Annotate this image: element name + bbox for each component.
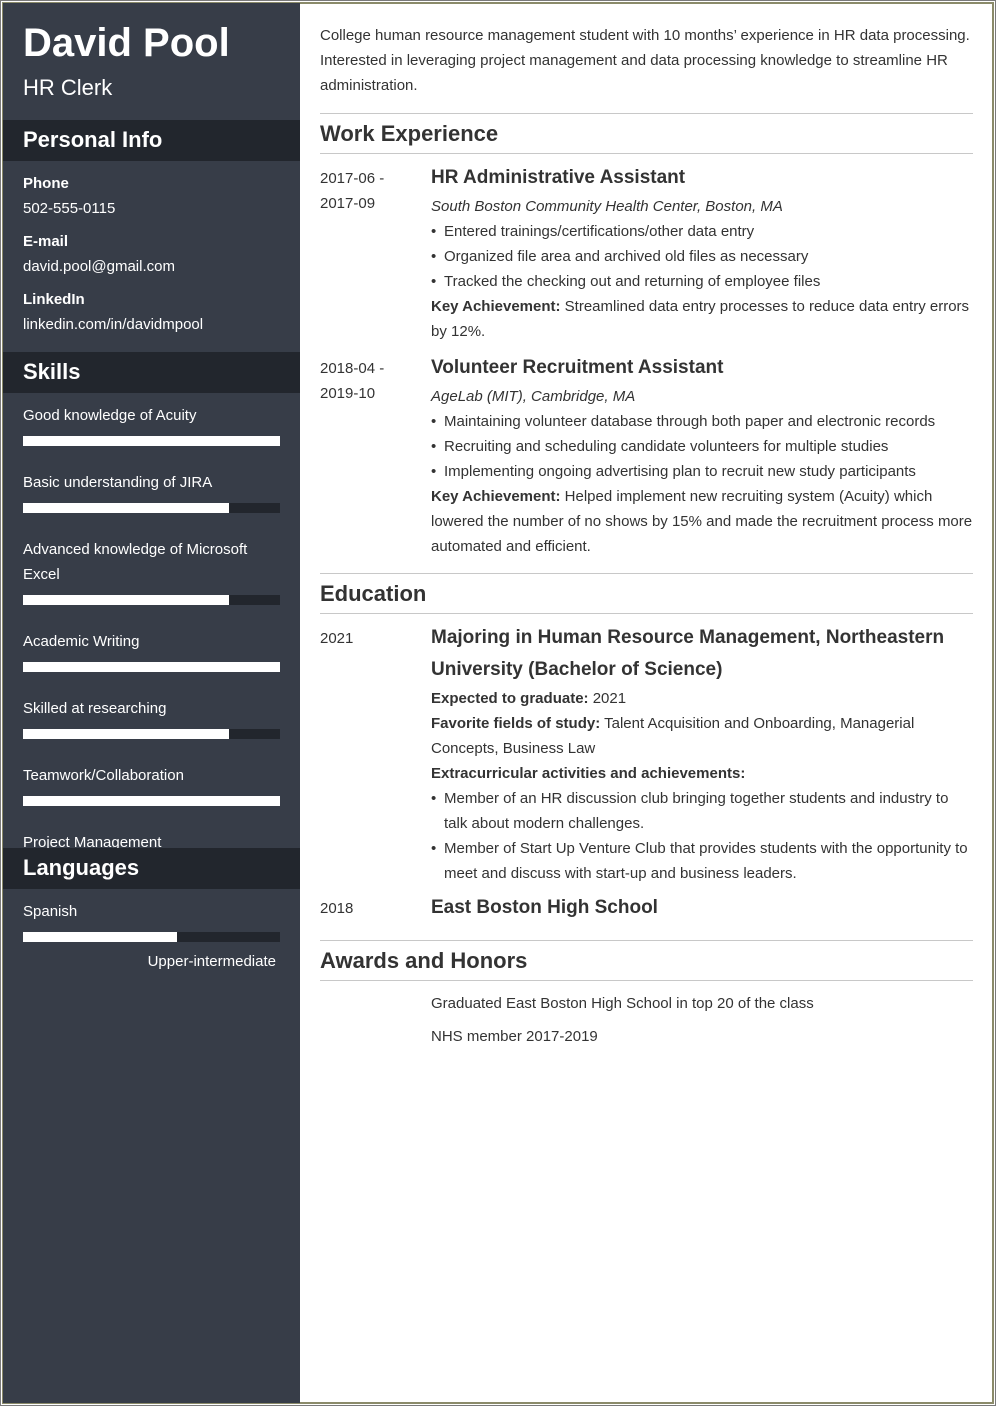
skill-name: Academic Writing	[23, 633, 140, 650]
languages-heading: Languages	[3, 848, 300, 889]
work-date: 2018-04 - 2019-10	[320, 356, 431, 559]
skill-name: Good knowledge of Acuity	[23, 407, 197, 424]
company: AgeLab (MIT), Cambridge, MA	[431, 388, 636, 405]
extracurricular-item: Member of Start Up Venture Club that pro…	[431, 836, 973, 886]
duties-list: Maintaining volunteer database through b…	[431, 409, 973, 484]
skill-bar-fill	[23, 662, 280, 672]
personal-info-list: Phone 502-555-0115 E-mail david.pool@gma…	[23, 171, 280, 345]
skill-bar	[23, 595, 280, 605]
languages-list: Spanish Upper-intermediate	[23, 899, 280, 972]
skill-name: Basic understanding of JIRA	[23, 474, 213, 491]
extracurricular-list: Member of an HR discussion club bringing…	[431, 786, 973, 886]
duty-item: Implementing ongoing advertising plan to…	[431, 459, 973, 484]
skills-list: Good knowledge of Acuity Basic understan…	[23, 403, 280, 897]
skill-item: Academic Writing	[23, 629, 280, 672]
award-item: NHS member 2017-2019	[431, 1028, 598, 1045]
date-start: 2017-06 -	[320, 170, 385, 187]
key-achievement-label: Key Achievement:	[431, 298, 561, 315]
company: South Boston Community Health Center, Bo…	[431, 198, 783, 215]
skill-item: Basic understanding of JIRA	[23, 470, 280, 513]
date-end: 2019-10	[320, 385, 376, 402]
skill-name: Advanced knowledge of Microsoft Excel	[23, 541, 248, 583]
date-end: 2017-09	[320, 195, 376, 212]
candidate-role: HR Clerk	[23, 75, 113, 100]
candidate-name: David Pool	[23, 21, 230, 65]
skill-bar-fill	[23, 503, 229, 513]
work-entry: 2018-04 - 2019-10 Volunteer Recruitment …	[320, 356, 973, 559]
skill-bar	[23, 729, 280, 739]
phone-value: 502-555-0115	[23, 200, 116, 217]
job-title: HR Administrative Assistant	[431, 167, 686, 188]
expected-graduation-label: Expected to graduate:	[431, 690, 589, 707]
work-entry: 2017-06 - 2017-09 HR Administrative Assi…	[320, 166, 973, 344]
awards-heading: Awards and Honors	[320, 940, 973, 981]
skill-bar-fill	[23, 729, 229, 739]
duty-item: Entered trainings/certifications/other d…	[431, 219, 973, 244]
award-item: Graduated East Boston High School in top…	[431, 995, 814, 1012]
duty-item: Organized file area and archived old fil…	[431, 244, 973, 269]
duty-item: Maintaining volunteer database through b…	[431, 409, 973, 434]
skill-bar	[23, 662, 280, 672]
extracurricular-label-text: Extracurricular activities and achieveme…	[431, 765, 746, 782]
skill-item: Skilled at researching	[23, 696, 280, 739]
language-level: Upper-intermediate	[147, 953, 276, 970]
expected-graduation-value: 2021	[588, 690, 627, 707]
education-entry: 2018 East Boston High School	[320, 896, 973, 924]
skill-bar	[23, 503, 280, 513]
duty-item: Tracked the checking out and returning o…	[431, 269, 973, 294]
linkedin-label: LinkedIn	[23, 291, 85, 308]
linkedin-value[interactable]: linkedin.com/in/davidmpool	[23, 312, 280, 337]
degree-title: Majoring in Human Resource Management, N…	[431, 627, 945, 680]
extracurricular-label: Extracurricular activities and achieveme…	[431, 761, 973, 786]
job-title: Volunteer Recruitment Assistant	[431, 357, 724, 378]
date-start: 2018-04 -	[320, 360, 385, 377]
skill-name: Teamwork/Collaboration	[23, 767, 184, 784]
skill-item: Teamwork/Collaboration	[23, 763, 280, 806]
extracurricular-item: Member of an HR discussion club bringing…	[431, 786, 973, 836]
skill-item: Good knowledge of Acuity	[23, 403, 280, 446]
education-body: East Boston High School	[431, 896, 973, 924]
skills-heading: Skills	[3, 352, 300, 393]
education-entry: 2021 Majoring in Human Resource Manageme…	[320, 626, 973, 886]
expected-graduation: Expected to graduate: 2021	[431, 686, 973, 711]
education-body: Majoring in Human Resource Management, N…	[431, 626, 973, 886]
key-achievement-label: Key Achievement:	[431, 488, 561, 505]
skill-bar	[23, 796, 280, 806]
sidebar: David Pool HR Clerk Personal Info Phone …	[3, 3, 300, 1403]
main-content: College human resource management studen…	[320, 3, 973, 1049]
summary: College human resource management studen…	[320, 27, 970, 94]
skill-bar-fill	[23, 796, 280, 806]
fields-of-study-label: Favorite fields of study:	[431, 715, 601, 732]
skill-bar-fill	[23, 595, 229, 605]
duties-list: Entered trainings/certifications/other d…	[431, 219, 973, 294]
school-title: East Boston High School	[431, 897, 658, 918]
personal-info-heading: Personal Info	[3, 120, 300, 161]
skill-name: Skilled at researching	[23, 700, 167, 717]
email-label: E-mail	[23, 233, 69, 250]
duty-item: Recruiting and scheduling candidate volu…	[431, 434, 973, 459]
skill-item: Advanced knowledge of Microsoft Excel	[23, 537, 280, 605]
email-value[interactable]: david.pool@gmail.com	[23, 254, 280, 279]
work-date: 2017-06 - 2017-09	[320, 166, 431, 344]
key-achievement: Key Achievement: Helped implement new re…	[431, 484, 973, 559]
fields-of-study: Favorite fields of study: Talent Acquisi…	[431, 711, 973, 761]
language-bar-fill	[23, 932, 178, 942]
language-name: Spanish	[23, 903, 78, 920]
key-achievement: Key Achievement: Streamlined data entry …	[431, 294, 973, 344]
work-body: Volunteer Recruitment Assistant AgeLab (…	[431, 356, 973, 559]
language-bar	[23, 932, 280, 942]
skill-bar-fill	[23, 436, 280, 446]
work-body: HR Administrative Assistant South Boston…	[431, 166, 973, 344]
education-date: 2021	[320, 630, 354, 647]
phone-label: Phone	[23, 175, 69, 192]
skill-bar	[23, 436, 280, 446]
education-heading: Education	[320, 573, 973, 614]
education-date: 2018	[320, 900, 354, 917]
work-experience-heading: Work Experience	[320, 113, 973, 154]
